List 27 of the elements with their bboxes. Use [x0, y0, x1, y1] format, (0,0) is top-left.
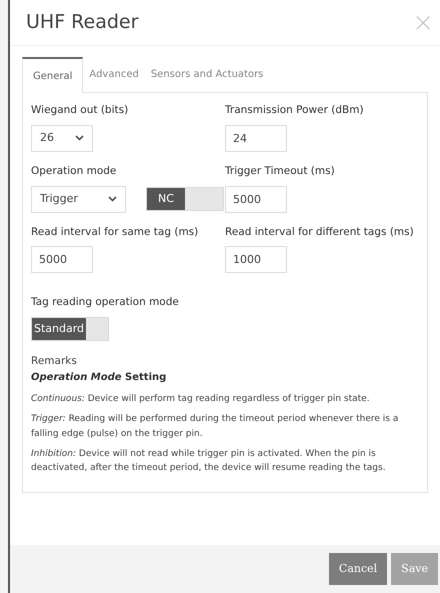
remarks-title: Remarks — [31, 354, 78, 369]
tab[interactable]: Advanced — [83, 56, 145, 92]
input-field[interactable]: 24 — [225, 124, 287, 152]
input-field[interactable]: 5000 — [31, 246, 93, 274]
field-label: Read interval for same tag (ms) — [31, 224, 200, 240]
field-label: Read interval for different tags (ms) — [225, 224, 415, 240]
tab[interactable]: General — [22, 57, 84, 93]
field-label: Transmission Power (dBm) — [225, 103, 365, 118]
remark-paragraph: Trigger: Reading will be performed during the timeout period whenever there is a falling edge (pulse) on the trigger pin. — [31, 413, 400, 441]
remarks-heading: Operation Mode Setting — [31, 370, 168, 385]
field-label: Tag reading operation mode — [31, 295, 180, 310]
field-label: Wiegand out (bits) — [31, 103, 130, 118]
remark-paragraph: Inhibition: Device will not read while trigger pin is activated. When the pin is deactivated, after the timeout period, the device will resume reading the tags. — [31, 448, 387, 476]
chevron-down-icon — [75, 135, 84, 142]
select-dropdown[interactable]: 26 — [31, 124, 93, 152]
remark-paragraph: Continuous: Device will perform tag reading regardless of trigger pin state. — [31, 392, 371, 406]
field-label: Trigger Timeout (ms) — [225, 164, 336, 179]
field-label: Operation mode — [31, 164, 118, 179]
dialog-button[interactable]: Cancel — [328, 553, 388, 585]
tab[interactable]: Sensors and Actuators — [144, 56, 270, 92]
toggle-switch[interactable]: Standard — [31, 317, 109, 341]
chevron-down-icon — [108, 196, 117, 202]
input-field[interactable]: 1000 — [225, 246, 287, 274]
select-dropdown[interactable]: Trigger — [31, 186, 126, 212]
toggle-switch[interactable]: NC — [146, 187, 224, 211]
input-field[interactable]: 5000 — [225, 186, 287, 212]
dialog-title: UHF Reader — [26, 10, 138, 36]
